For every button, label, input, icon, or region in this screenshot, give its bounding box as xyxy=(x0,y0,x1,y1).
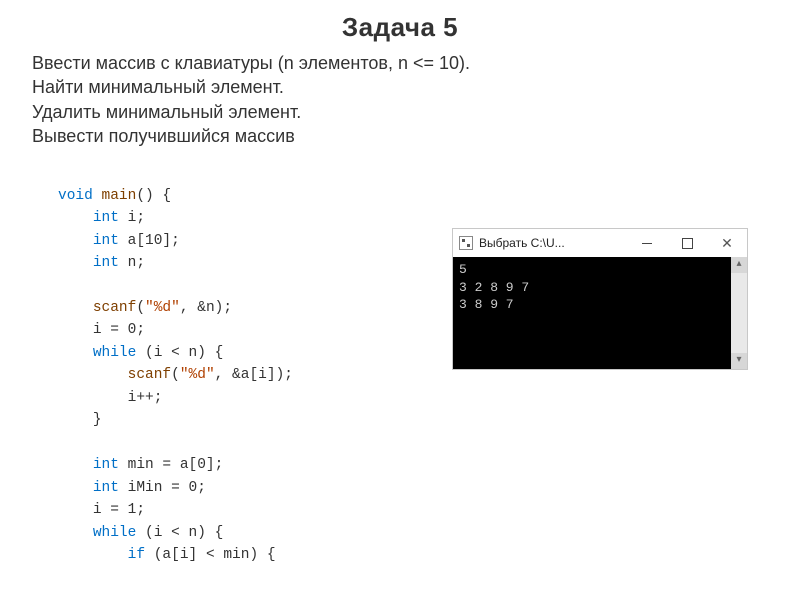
console-line: 5 xyxy=(459,261,741,279)
code-line: if (a[i] < min) { xyxy=(58,547,276,563)
console-line: 3 2 8 9 7 xyxy=(459,279,741,297)
task-line: Удалить минимальный элемент. xyxy=(32,100,768,124)
code-line: int a[10]; xyxy=(58,233,180,249)
task-line: Найти минимальный элемент. xyxy=(32,75,768,99)
code-line: scanf("%d", &a[i]); xyxy=(58,367,293,383)
scrollbar[interactable]: ▴ ▾ xyxy=(731,257,747,369)
task-line: Ввести массив с клавиатуры (n элементов,… xyxy=(32,51,768,75)
maximize-button[interactable] xyxy=(667,229,707,257)
code-line: i++; xyxy=(58,390,162,406)
close-button[interactable]: ✕ xyxy=(707,229,747,257)
code-line: int n; xyxy=(58,255,145,271)
console-output: 5 3 2 8 9 7 3 8 9 7 ▴ ▾ xyxy=(453,257,747,369)
scroll-up-button[interactable]: ▴ xyxy=(731,257,747,273)
task-line: Вывести получившийся массив xyxy=(32,124,768,148)
window-titlebar[interactable]: Выбрать C:\U... ✕ xyxy=(453,229,747,257)
minimize-button[interactable] xyxy=(627,229,667,257)
task-text: Ввести массив с клавиатуры (n элементов,… xyxy=(32,51,768,148)
console-window: Выбрать C:\U... ✕ 5 3 2 8 9 7 3 8 9 7 ▴ … xyxy=(452,228,748,370)
app-icon xyxy=(459,236,473,250)
code-line: int iMin = 0; xyxy=(58,480,206,496)
code-line: int min = a[0]; xyxy=(58,457,223,473)
code-line: i = 1; xyxy=(58,502,145,518)
code-listing: void main() { int i; int a[10]; int n; s… xyxy=(58,162,293,566)
code-line: void main() { xyxy=(58,188,171,204)
console-line: 3 8 9 7 xyxy=(459,296,741,314)
code-line: while (i < n) { xyxy=(58,525,223,541)
code-line: i = 0; xyxy=(58,322,145,338)
scroll-down-button[interactable]: ▾ xyxy=(731,353,747,369)
code-line: int i; xyxy=(58,210,145,226)
window-title: Выбрать C:\U... xyxy=(479,236,565,250)
code-line: } xyxy=(58,412,102,428)
page-title: Задача 5 xyxy=(0,12,800,43)
code-line: while (i < n) { xyxy=(58,345,223,361)
code-line: scanf("%d", &n); xyxy=(58,300,232,316)
